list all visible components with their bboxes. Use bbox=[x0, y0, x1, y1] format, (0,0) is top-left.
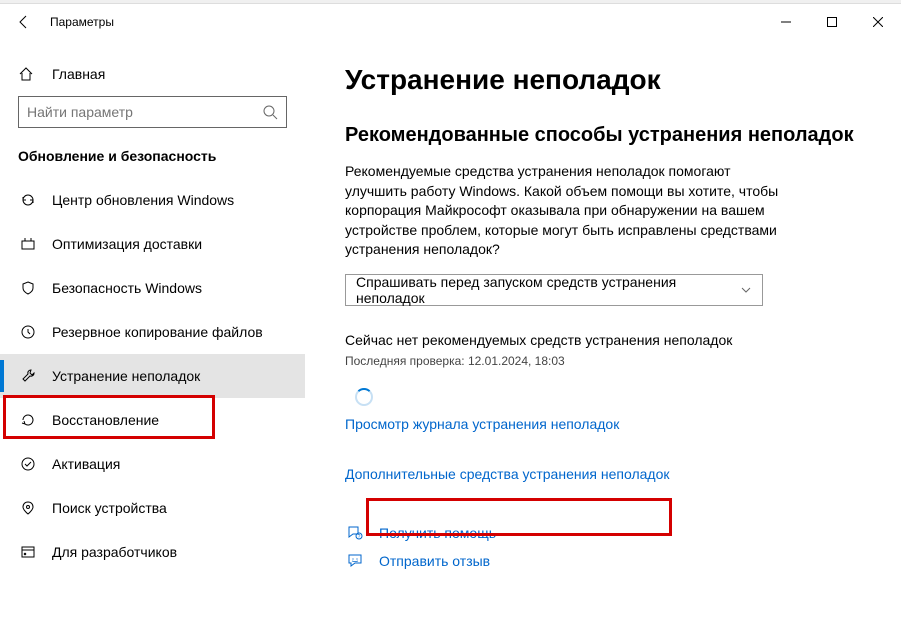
sidebar-item-label: Центр обновления Windows bbox=[52, 192, 234, 208]
shield-icon bbox=[18, 280, 38, 296]
code-icon bbox=[18, 544, 38, 560]
minimize-button[interactable] bbox=[763, 6, 809, 38]
sidebar-item-developers[interactable]: Для разработчиков bbox=[0, 530, 305, 574]
additional-troubleshooters-link[interactable]: Дополнительные средства устранения непол… bbox=[345, 466, 670, 482]
loading-spinner bbox=[355, 388, 373, 406]
recovery-icon bbox=[18, 412, 38, 428]
feedback-icon bbox=[345, 552, 365, 570]
sidebar: Главная Обновление и безопасность Центр … bbox=[0, 40, 305, 636]
send-feedback-link[interactable]: Отправить отзыв bbox=[379, 553, 490, 569]
search-input[interactable] bbox=[27, 104, 262, 120]
sidebar-item-recovery[interactable]: Восстановление bbox=[0, 398, 305, 442]
close-button[interactable] bbox=[855, 6, 901, 38]
description-text: Рекомендуемые средства устранения непола… bbox=[345, 162, 785, 260]
dropdown-value: Спрашивать перед запуском средств устран… bbox=[356, 274, 740, 306]
back-button[interactable] bbox=[8, 6, 40, 38]
titlebar: Параметры bbox=[0, 4, 901, 40]
page-title: Устранение неполадок bbox=[345, 64, 861, 96]
svg-text:?: ? bbox=[358, 534, 361, 540]
sidebar-item-label: Устранение неполадок bbox=[52, 368, 200, 384]
sidebar-item-label: Оптимизация доставки bbox=[52, 236, 202, 252]
category-header: Обновление и безопасность bbox=[0, 148, 305, 178]
sidebar-item-label: Поиск устройства bbox=[52, 500, 167, 516]
wrench-icon bbox=[18, 368, 38, 384]
home-label: Главная bbox=[52, 66, 105, 82]
search-icon bbox=[262, 104, 278, 120]
sync-icon bbox=[18, 192, 38, 208]
delivery-icon bbox=[18, 236, 38, 252]
troubleshoot-level-dropdown[interactable]: Спрашивать перед запуском средств устран… bbox=[345, 274, 763, 306]
search-box[interactable] bbox=[18, 96, 287, 128]
sidebar-item-find-device[interactable]: Поиск устройства bbox=[0, 486, 305, 530]
sidebar-item-windows-update[interactable]: Центр обновления Windows bbox=[0, 178, 305, 222]
sidebar-item-delivery-optimization[interactable]: Оптимизация доставки bbox=[0, 222, 305, 266]
location-icon bbox=[18, 500, 38, 516]
chevron-down-icon bbox=[740, 284, 752, 296]
home-button[interactable]: Главная bbox=[0, 60, 305, 96]
last-check-text: Последняя проверка: 12.01.2024, 18:03 bbox=[345, 354, 861, 368]
sidebar-item-label: Безопасность Windows bbox=[52, 280, 202, 296]
sidebar-item-backup[interactable]: Резервное копирование файлов bbox=[0, 310, 305, 354]
backup-icon bbox=[18, 324, 38, 340]
sidebar-item-label: Восстановление bbox=[52, 412, 159, 428]
check-circle-icon bbox=[18, 456, 38, 472]
status-text: Сейчас нет рекомендуемых средств устране… bbox=[345, 332, 861, 348]
home-icon bbox=[18, 66, 38, 82]
history-link[interactable]: Просмотр журнала устранения неполадок bbox=[345, 416, 619, 432]
window-title: Параметры bbox=[50, 15, 114, 29]
get-help-link[interactable]: Получить помощь bbox=[379, 525, 496, 541]
section-subtitle: Рекомендованные способы устранения непол… bbox=[345, 122, 861, 148]
help-icon: ? bbox=[345, 524, 365, 542]
sidebar-item-windows-security[interactable]: Безопасность Windows bbox=[0, 266, 305, 310]
sidebar-item-label: Для разработчиков bbox=[52, 544, 177, 560]
maximize-button[interactable] bbox=[809, 6, 855, 38]
sidebar-item-label: Активация bbox=[52, 456, 120, 472]
sidebar-item-label: Резервное копирование файлов bbox=[52, 324, 263, 340]
sidebar-item-troubleshoot[interactable]: Устранение неполадок bbox=[0, 354, 305, 398]
sidebar-item-activation[interactable]: Активация bbox=[0, 442, 305, 486]
main-content: Устранение неполадок Рекомендованные спо… bbox=[305, 40, 901, 636]
